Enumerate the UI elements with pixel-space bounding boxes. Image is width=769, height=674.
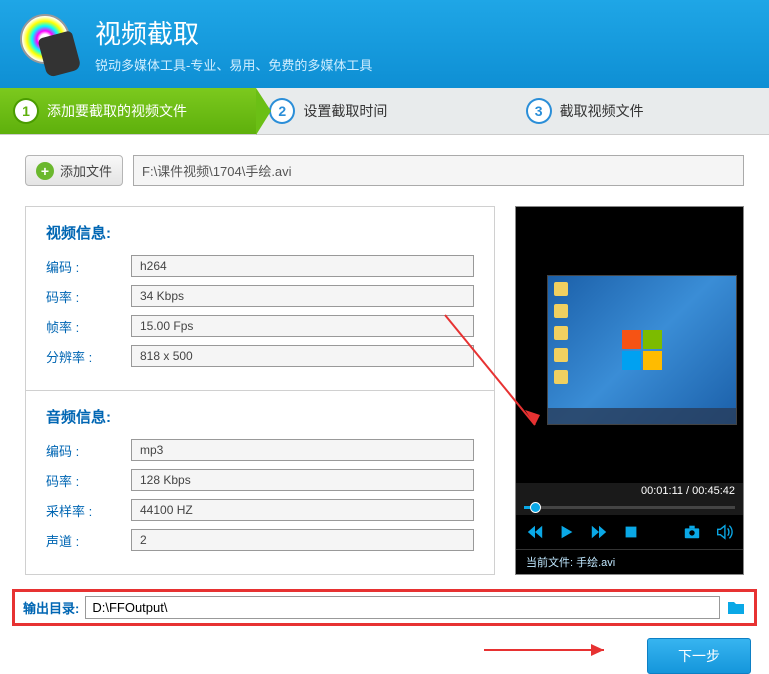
wizard-steps: 1 添加要截取的视频文件 2 设置截取时间 3 截取视频文件 [0, 88, 769, 135]
app-subtitle: 锐动多媒体工具-专业、易用、免费的多媒体工具 [95, 55, 372, 74]
output-path-input[interactable] [85, 596, 720, 619]
video-fps: 15.00 Fps [131, 315, 474, 337]
step-2[interactable]: 2 设置截取时间 [256, 88, 512, 134]
app-title: 视频截取 [95, 14, 372, 51]
app-header: 视频截取 锐动多媒体工具-专业、易用、免费的多媒体工具 [0, 0, 769, 88]
stop-button[interactable] [622, 523, 640, 541]
play-button[interactable] [558, 523, 576, 541]
rewind-button[interactable] [526, 523, 544, 541]
plus-icon: + [36, 162, 54, 180]
video-info-title: 视频信息: [46, 222, 474, 243]
add-file-button[interactable]: + 添加文件 [25, 155, 123, 186]
audio-info-title: 音频信息: [46, 406, 474, 427]
video-resolution: 818 x 500 [131, 345, 474, 367]
step-3[interactable]: 3 截取视频文件 [513, 88, 769, 134]
file-path-input[interactable] [133, 155, 744, 186]
step-1[interactable]: 1 添加要截取的视频文件 [0, 88, 256, 134]
audio-samplerate: 44100 HZ [131, 499, 474, 521]
video-bitrate: 34 Kbps [131, 285, 474, 307]
time-display: 00:01:11 / 00:45:42 [516, 483, 743, 499]
audio-channels: 2 [131, 529, 474, 551]
info-panel: 视频信息: 编码 :h264 码率 :34 Kbps 帧率 :15.00 Fps… [25, 206, 495, 575]
volume-button[interactable] [715, 523, 733, 541]
annotation-arrow-icon [479, 640, 619, 660]
video-player: 00:01:11 / 00:45:42 当前文件: 手绘.avi [515, 206, 744, 575]
audio-bitrate: 128 Kbps [131, 469, 474, 491]
current-file-display: 当前文件: 手绘.avi [516, 549, 743, 574]
output-row: 输出目录: [12, 589, 757, 626]
output-label: 输出目录: [23, 598, 79, 617]
windows-logo-icon [622, 330, 662, 370]
audio-codec: mp3 [131, 439, 474, 461]
app-logo [20, 14, 80, 74]
snapshot-button[interactable] [683, 523, 701, 541]
forward-button[interactable] [590, 523, 608, 541]
video-codec: h264 [131, 255, 474, 277]
video-canvas[interactable] [516, 207, 743, 483]
browse-folder-button[interactable] [726, 599, 746, 617]
progress-bar[interactable] [516, 499, 743, 515]
